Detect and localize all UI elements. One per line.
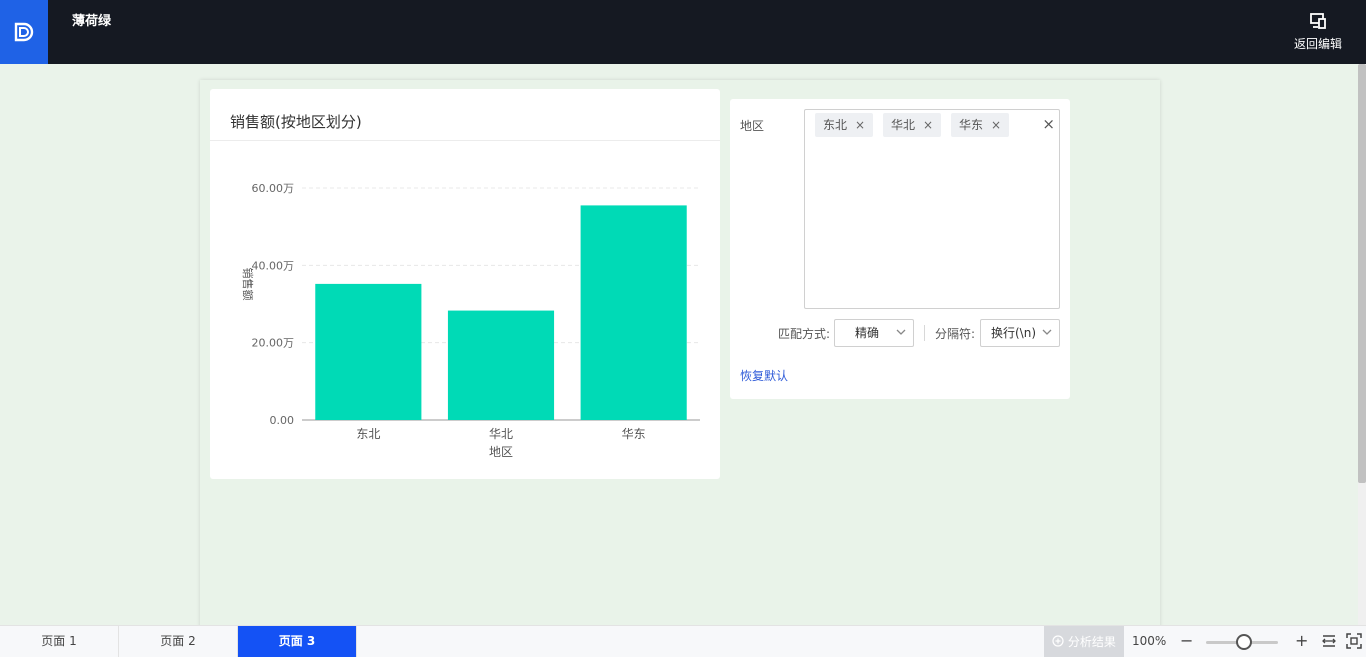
bar[interactable] [447, 310, 555, 420]
bottom-bar: 页面 1 页面 2 页面 3 分析结果 100% − + [0, 625, 1366, 657]
filter-tag[interactable]: 东北 × [815, 113, 874, 137]
page-tab-2[interactable]: 页面 2 [119, 626, 238, 657]
filter-tag-label: 东北 [823, 118, 848, 132]
page-tab-1[interactable]: 页面 1 [0, 626, 119, 657]
analysis-result-label: 分析结果 [1067, 635, 1116, 649]
zoom-level: 100% [1132, 634, 1167, 648]
y-axis-label: 销售额 [241, 268, 255, 301]
match-options-row: 匹配方式: 精确 分隔符: 换行(\n) [730, 319, 1070, 347]
tag-close-icon[interactable]: × [991, 118, 1001, 132]
chart-card[interactable]: 销售额(按地区划分) 0.00 20.00万 40.00万 60.00万 东北 华北 华东地… [210, 89, 720, 479]
clear-all-icon[interactable]: × [1042, 115, 1055, 133]
match-mode-label: 匹配方式: [778, 327, 831, 341]
fit-width-icon[interactable] [1321, 633, 1337, 649]
vertical-scrollbar-thumb[interactable] [1358, 64, 1366, 483]
separator-value: 换行(\n) [991, 326, 1037, 340]
filter-tag-label: 华北 [891, 118, 916, 132]
tag-select-box[interactable]: 东北 × 华北 × 华东 × × [804, 109, 1060, 309]
zoom-slider-thumb[interactable] [1236, 634, 1252, 650]
monitor-icon [1310, 13, 1326, 29]
y-tick-label: 0.00 [270, 414, 295, 427]
filter-tag[interactable]: 华东 × [951, 113, 1010, 137]
app-title: 薄荷绿 [72, 14, 112, 29]
match-mode-value: 精确 [855, 326, 880, 340]
bar-chart: 0.00 20.00万 40.00万 60.00万东北 华北 华东地区 销售额 [241, 182, 700, 459]
fit-screen-icon[interactable] [1346, 633, 1362, 649]
zoom-out-button[interactable]: − [1180, 626, 1193, 657]
bar[interactable] [315, 283, 422, 420]
app-logo[interactable] [0, 0, 48, 64]
y-tick-label: 20.00万 [252, 337, 295, 350]
chevron-down-icon [1041, 320, 1053, 356]
logo-icon [14, 22, 34, 42]
tag-close-icon[interactable]: × [855, 118, 865, 132]
y-tick-label: 60.00万 [252, 182, 295, 195]
back-to-edit-button[interactable]: 返回编辑 [1286, 12, 1350, 56]
x-axis-label: 地区 [489, 445, 513, 459]
filter-label: 地区 [740, 119, 765, 133]
region-filter-panel: 地区 东北 × 华北 × 华东 × × 匹配方式: 精确 分隔符: 换行(\n) 恢复… [730, 99, 1070, 399]
back-to-edit-label: 返回编辑 [1293, 37, 1342, 51]
zoom-in-button[interactable]: + [1295, 626, 1308, 657]
top-bar: 薄荷绿 返回编辑 [0, 0, 1366, 64]
bar[interactable] [580, 205, 687, 420]
analysis-result-button[interactable]: 分析结果 [1044, 626, 1124, 657]
filter-tag[interactable]: 华北 × [883, 113, 942, 137]
plus-circle-icon [1052, 635, 1064, 647]
match-mode-select[interactable]: 精确 [834, 319, 914, 347]
separator-label: 分隔符: [935, 327, 976, 341]
x-tick-label: 华北 [489, 427, 513, 441]
x-tick-label: 华东 [622, 427, 646, 441]
chevron-down-icon [895, 320, 907, 356]
restore-default-link[interactable]: 恢复默认 [740, 367, 788, 384]
x-tick-label: 东北 [356, 427, 380, 441]
filter-tag-label: 华东 [959, 118, 984, 132]
tag-close-icon[interactable]: × [923, 118, 933, 132]
divider [924, 325, 925, 341]
y-tick-label: 40.00万 [252, 259, 295, 272]
separator-select[interactable]: 换行(\n) [980, 319, 1060, 347]
page-tab-3[interactable]: 页面 3 [238, 626, 357, 657]
